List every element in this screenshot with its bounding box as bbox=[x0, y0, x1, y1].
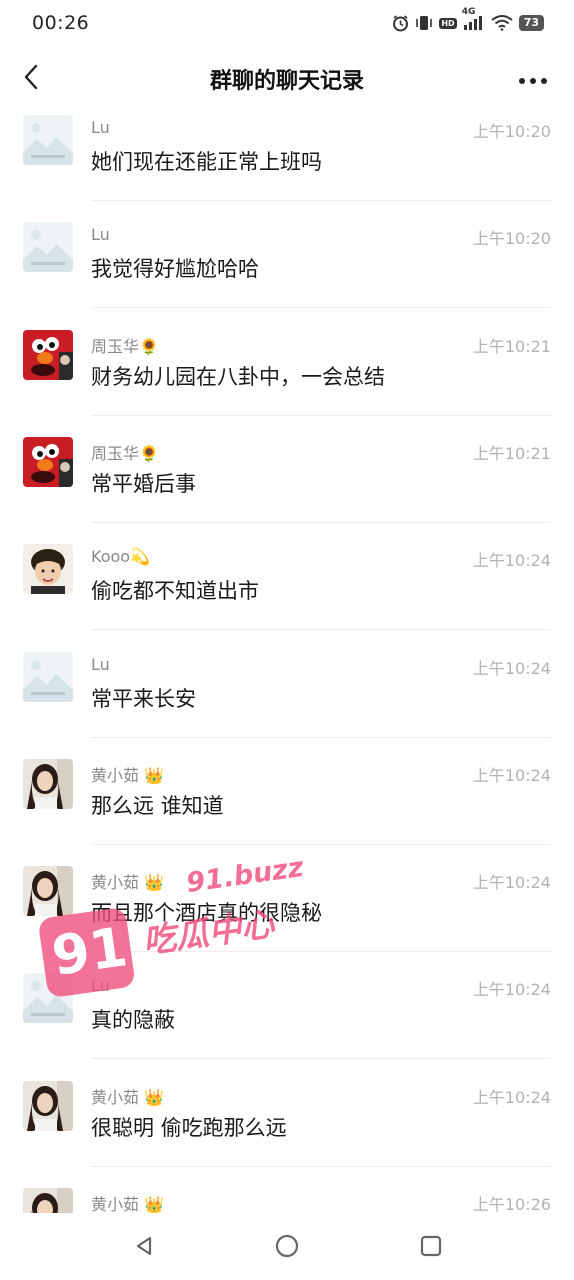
message-time: 上午10:24 bbox=[472, 658, 551, 678]
back-triangle-icon bbox=[133, 1235, 155, 1261]
avatar[interactable] bbox=[23, 544, 73, 595]
divider bbox=[91, 736, 551, 738]
divider bbox=[91, 843, 551, 845]
message-text: 她们现在还能正常上班吗 bbox=[91, 150, 322, 174]
sender-name: Lu bbox=[91, 118, 110, 137]
message-time: 上午10:24 bbox=[472, 873, 551, 893]
divider bbox=[91, 629, 551, 631]
message-time: 上午10:20 bbox=[472, 229, 551, 249]
message-text: 我觉得好尴尬哈哈 bbox=[91, 257, 259, 282]
message-time: 上午10:24 bbox=[472, 551, 551, 571]
sender-name: 周玉华🌻 bbox=[91, 443, 159, 463]
message-time: 上午10:21 bbox=[472, 443, 551, 463]
system-nav-bar bbox=[0, 1213, 574, 1280]
home-circle-icon bbox=[274, 1233, 300, 1263]
sender-name: 黄小茹 👑 bbox=[91, 1195, 165, 1213]
avatar[interactable] bbox=[23, 329, 73, 380]
message-time: 上午10:26 bbox=[472, 1195, 551, 1213]
message-item[interactable]: 周玉华🌻 上午10:21 常平婚后事 bbox=[0, 430, 574, 537]
message-text: 真的隐蔽 bbox=[91, 1008, 175, 1033]
message-item[interactable]: 黄小茹 👑 上午10:24 那么远 谁知道 bbox=[0, 752, 574, 859]
nav-bar: 群聊的聊天记录 bbox=[0, 50, 574, 108]
sender-name: 周玉华🌻 bbox=[91, 336, 159, 356]
status-icons: HD 4G 73 bbox=[392, 7, 544, 32]
message-list[interactable]: Lu 上午10:20 她们现在还能正常上班吗 Lu 上午10:20 我觉得好尴尬哈哈周玉华… bbox=[0, 108, 574, 1213]
network-type: 4G bbox=[461, 7, 476, 17]
sender-name: Lu bbox=[91, 654, 110, 674]
vibrate-icon bbox=[415, 15, 433, 31]
message-item[interactable]: Lu 上午10:20 她们现在还能正常上班吗 bbox=[0, 108, 574, 215]
divider bbox=[91, 1058, 551, 1060]
message-time: 上午10:24 bbox=[472, 1087, 551, 1107]
message-time: 上午10:21 bbox=[472, 336, 551, 356]
more-button[interactable] bbox=[516, 62, 550, 96]
battery-indicator: 73 bbox=[518, 15, 544, 31]
message-time: 上午10:20 bbox=[472, 122, 551, 141]
message-item[interactable]: 黄小茹 👑 上午10:24 很聪明 偷吃跑那么远 bbox=[0, 1074, 574, 1181]
sender-name: Lu bbox=[91, 976, 110, 996]
divider bbox=[91, 414, 551, 416]
status-time: 00:26 bbox=[32, 12, 90, 34]
avatar[interactable] bbox=[23, 1080, 73, 1131]
avatar[interactable] bbox=[23, 973, 73, 1024]
avatar[interactable] bbox=[23, 758, 73, 809]
divider bbox=[91, 200, 551, 201]
message-item[interactable]: 周玉华🌻 上午10:21 财务幼儿园在八卦中，一会总结 bbox=[0, 323, 574, 430]
page-title: 群聊的聊天记录 bbox=[209, 69, 364, 94]
recents-square-icon bbox=[419, 1234, 443, 1262]
chevron-left-icon bbox=[23, 64, 39, 94]
sender-name: 黄小茹 👑 bbox=[91, 873, 165, 893]
message-text: 常平来长安 bbox=[91, 686, 196, 711]
cell-signal-icon: 4G bbox=[462, 7, 485, 30]
message-item[interactable]: 黄小茹 👑 上午10:24 而且那个酒店真的很隐秘 bbox=[0, 859, 574, 966]
avatar[interactable] bbox=[23, 222, 73, 273]
alarm-icon bbox=[392, 14, 409, 32]
avatar[interactable] bbox=[23, 1188, 73, 1213]
message-text: 很聪明 偷吃跑那么远 bbox=[91, 1115, 287, 1140]
message-text: 偷吃都不知道出市 bbox=[91, 579, 259, 604]
message-text: 那么远 谁知道 bbox=[91, 793, 224, 818]
hd-badge: HD bbox=[439, 17, 457, 29]
avatar[interactable] bbox=[23, 436, 73, 487]
sender-name: 黄小茹 👑 bbox=[91, 1087, 165, 1107]
message-time: 上午10:24 bbox=[472, 765, 551, 785]
divider bbox=[91, 1165, 551, 1167]
message-text: 而且那个酒店真的很隐秘 bbox=[91, 901, 322, 926]
more-horizontal-icon bbox=[518, 70, 548, 89]
nav-back-button[interactable] bbox=[127, 1231, 161, 1265]
nav-home-button[interactable] bbox=[270, 1231, 304, 1265]
sender-name: 黄小茹 👑 bbox=[91, 765, 165, 785]
message-text: 财务幼儿园在八卦中，一会总结 bbox=[91, 364, 385, 389]
message-item[interactable]: 黄小茹 👑 上午10:26 bbox=[0, 1181, 574, 1213]
message-item[interactable]: Lu 上午10:24 真的隐蔽 bbox=[0, 966, 574, 1073]
message-text: 常平婚后事 bbox=[91, 471, 196, 496]
back-button[interactable] bbox=[14, 62, 48, 96]
avatar[interactable] bbox=[23, 651, 73, 702]
sender-name: Kooo💫 bbox=[91, 547, 150, 567]
avatar[interactable] bbox=[23, 866, 73, 917]
message-item[interactable]: Kooo💫 上午10:24 偷吃都不知道出市 bbox=[0, 537, 574, 644]
nav-recents-button[interactable] bbox=[414, 1231, 448, 1265]
message-item[interactable]: Lu 上午10:24 常平来长安 bbox=[0, 645, 574, 752]
message-item[interactable]: Lu 上午10:20 我觉得好尴尬哈哈 bbox=[0, 215, 574, 322]
message-time: 上午10:24 bbox=[472, 980, 551, 1000]
avatar[interactable] bbox=[23, 115, 73, 165]
divider bbox=[91, 951, 551, 953]
sender-name: Lu bbox=[91, 225, 110, 245]
divider bbox=[91, 307, 551, 309]
divider bbox=[91, 521, 551, 523]
wifi-icon bbox=[491, 15, 513, 31]
status-bar: 00:26 HD 4G 73 bbox=[0, 0, 574, 46]
